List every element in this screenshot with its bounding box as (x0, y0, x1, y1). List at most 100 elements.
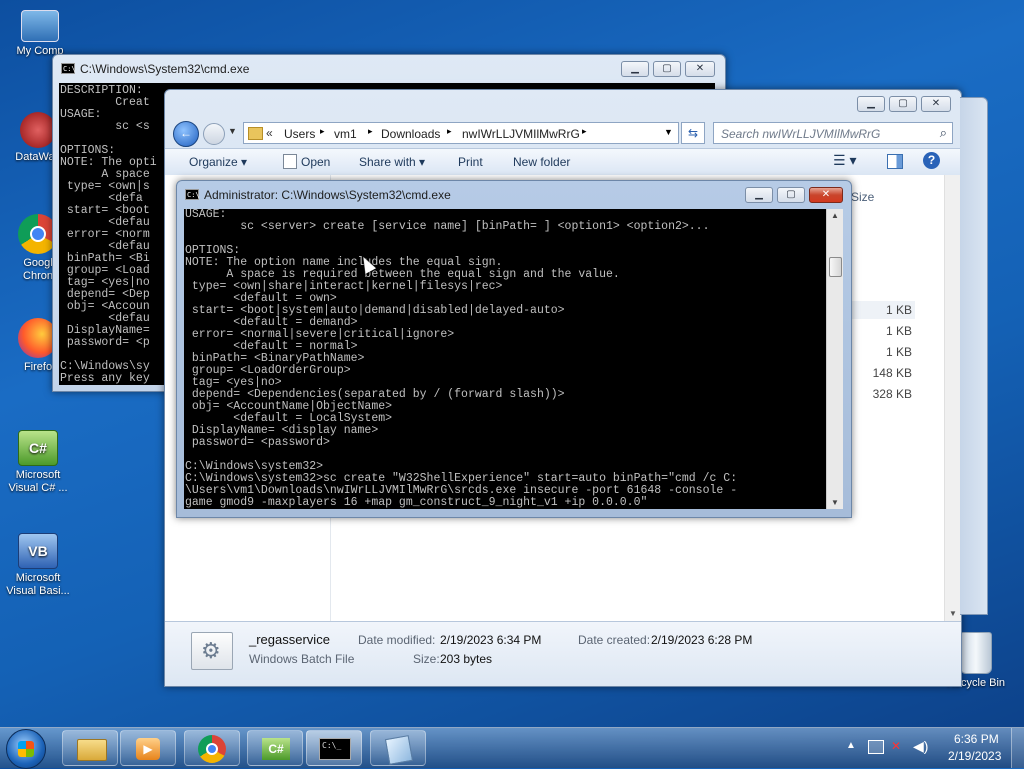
clock-date[interactable]: 2/19/2023 (948, 749, 1001, 763)
explorer-nav-bar: ← ▼ « Users ▸ vm1 ▸ Downloads ▸ nwIWrLLJ… (165, 120, 961, 147)
refresh-button[interactable]: ⇆ (681, 122, 705, 144)
desktop-icon-visual-basic[interactable]: VB Microsoft Visual Basi... (0, 533, 76, 598)
scroll-down-icon[interactable]: ▼ (831, 498, 839, 507)
batch-file-icon: ⚙ (191, 632, 233, 670)
scroll-up-icon[interactable]: ▲ (831, 211, 839, 220)
explorer-titlebar[interactable]: ▁ ▢ ✕ (165, 90, 961, 118)
show-hidden-icons-button[interactable]: ▲ (846, 740, 856, 751)
chevron-down-icon: ▼ (228, 126, 237, 136)
admin-cmd-title: Administrator: C:\Windows\System32\cmd.e… (204, 188, 451, 202)
taskbar-explorer-button[interactable] (62, 730, 118, 766)
close-button[interactable]: ✕ (685, 61, 715, 77)
volume-icon[interactable]: ◀) (913, 738, 928, 755)
file-row[interactable]: 148 KB (851, 364, 915, 382)
open-button[interactable]: Open (301, 155, 330, 169)
search-input[interactable]: Search nwIWrLLJVMIlMwRrG ⌕ (713, 122, 953, 144)
view-options-icon[interactable]: ☰ ▾ (833, 152, 856, 169)
breadcrumb-users[interactable]: Users (284, 127, 315, 141)
computer-icon (21, 10, 59, 42)
column-header-size[interactable]: Size (851, 190, 874, 204)
media-player-icon: ▶ (136, 738, 160, 760)
file-size: 1 KB (885, 345, 912, 359)
windows-logo-icon (18, 741, 34, 757)
taskbar-visual-csharp-button[interactable]: C# (247, 730, 303, 766)
admin-cmd-window[interactable]: C:\ Administrator: C:\Windows\System32\c… (176, 180, 852, 518)
admin-cmd-titlebar[interactable]: C:\ Administrator: C:\Windows\System32\c… (177, 181, 851, 209)
background-window-edge[interactable] (960, 97, 988, 615)
maximize-button[interactable]: ▢ (889, 96, 917, 112)
file-row[interactable]: 1 KB (851, 301, 915, 319)
file-row[interactable]: 328 KB (851, 385, 915, 403)
taskbar-notepad-button[interactable] (370, 730, 426, 766)
clock-time[interactable]: 6:36 PM (954, 732, 999, 746)
desktop-icon-my-computer[interactable]: My Comp (2, 10, 78, 58)
close-button[interactable]: ✕ (809, 187, 843, 203)
details-pane: ⚙ _regasservice Windows Batch File Date … (165, 621, 961, 686)
vertical-scrollbar[interactable]: ▼ (944, 175, 961, 622)
print-button[interactable]: Print (458, 155, 483, 169)
breadcrumb-separator-icon[interactable]: ▸ (368, 126, 373, 137)
scroll-down-icon[interactable]: ▼ (949, 609, 957, 618)
taskbar-media-player-button[interactable]: ▶ (120, 730, 176, 766)
forward-button[interactable] (203, 123, 225, 145)
scroll-thumb[interactable] (829, 257, 842, 277)
breadcrumb-separator-icon[interactable]: ▸ (582, 126, 587, 137)
file-size: 328 KB (872, 387, 912, 401)
action-center-icon[interactable]: ✕ (891, 739, 901, 753)
gear-icon: ⚙ (201, 638, 221, 663)
chrome-icon (198, 735, 226, 763)
search-placeholder: Search nwIWrLLJVMIlMwRrG (721, 127, 881, 141)
visual-basic-icon: VB (18, 533, 58, 569)
breadcrumb-separator-icon[interactable]: ▸ (447, 126, 452, 137)
help-icon[interactable]: ? (923, 152, 940, 169)
breadcrumb-current-folder[interactable]: nwIWrLLJVMIlMwRrG (462, 127, 580, 141)
open-file-icon (283, 154, 297, 169)
network-icon[interactable] (868, 740, 884, 754)
console-line: password= <password> (185, 436, 330, 449)
preview-pane-icon[interactable] (887, 154, 903, 169)
admin-cmd-console[interactable]: USAGE: sc <server> create [service name]… (184, 209, 826, 509)
close-icon: ✕ (821, 189, 831, 200)
start-button[interactable] (6, 729, 46, 769)
minimize-button[interactable]: ▁ (745, 187, 773, 203)
show-desktop-button[interactable] (1011, 728, 1024, 768)
breadcrumb-vm1[interactable]: vm1 (334, 127, 357, 141)
back-cmd-title: C:\Windows\System32\cmd.exe (80, 62, 250, 76)
breadcrumb-overflow-icon[interactable]: « (266, 126, 273, 140)
file-row[interactable]: 1 KB (851, 343, 915, 361)
maximize-button[interactable]: ▢ (777, 187, 805, 203)
close-button[interactable]: ✕ (921, 96, 951, 112)
minimize-button[interactable]: ▁ (621, 61, 649, 77)
folder-icon (248, 127, 263, 140)
details-file-type: Windows Batch File (249, 652, 355, 666)
new-folder-button[interactable]: New folder (513, 155, 570, 169)
maximize-icon: ▢ (662, 63, 672, 74)
organize-button[interactable]: Organize ▾ (189, 155, 247, 169)
minimize-icon: ▁ (755, 189, 763, 200)
file-row[interactable]: 1 KB (851, 322, 915, 340)
visual-csharp-icon: C# (18, 430, 58, 466)
taskbar-chrome-button[interactable] (184, 730, 240, 766)
console-scrollbar[interactable]: ▲ ▼ (826, 209, 843, 509)
taskbar-cmd-button[interactable]: C:\_ (306, 730, 362, 766)
back-button[interactable]: ← (173, 121, 199, 147)
visual-csharp-icon: C# (262, 738, 290, 760)
explorer-command-bar: Organize ▾ Open Share with ▾ Print New f… (165, 148, 961, 176)
details-file-name: _regasservice (249, 632, 330, 647)
address-dropdown-icon[interactable]: ▼ (664, 127, 673, 137)
breadcrumb-separator-icon[interactable]: ▸ (320, 126, 325, 137)
breadcrumb-downloads[interactable]: Downloads (381, 127, 440, 141)
address-bar[interactable]: « Users ▸ vm1 ▸ Downloads ▸ nwIWrLLJVMIl… (243, 122, 679, 144)
share-with-button[interactable]: Share with ▾ (359, 155, 425, 169)
details-modified-label: Date modified: (358, 633, 436, 647)
console-line: game gmod9 -maxplayers 16 +map gm_constr… (185, 496, 648, 509)
minimize-icon: ▁ (631, 63, 639, 74)
taskbar: ▶ C# C:\_ ▲ ✕ ◀) 6:36 PM 2/19/2023 (0, 727, 1024, 769)
refresh-icon: ⇆ (687, 126, 699, 140)
desktop-icon-visual-csharp[interactable]: C# Microsoft Visual C# ... (0, 430, 76, 495)
back-cmd-titlebar[interactable]: C:\ C:\Windows\System32\cmd.exe ▁ ▢ ✕ (53, 55, 725, 83)
recent-pages-dropdown[interactable]: ▼ (228, 126, 237, 136)
maximize-button[interactable]: ▢ (653, 61, 681, 77)
maximize-icon: ▢ (786, 189, 796, 200)
minimize-button[interactable]: ▁ (857, 96, 885, 112)
